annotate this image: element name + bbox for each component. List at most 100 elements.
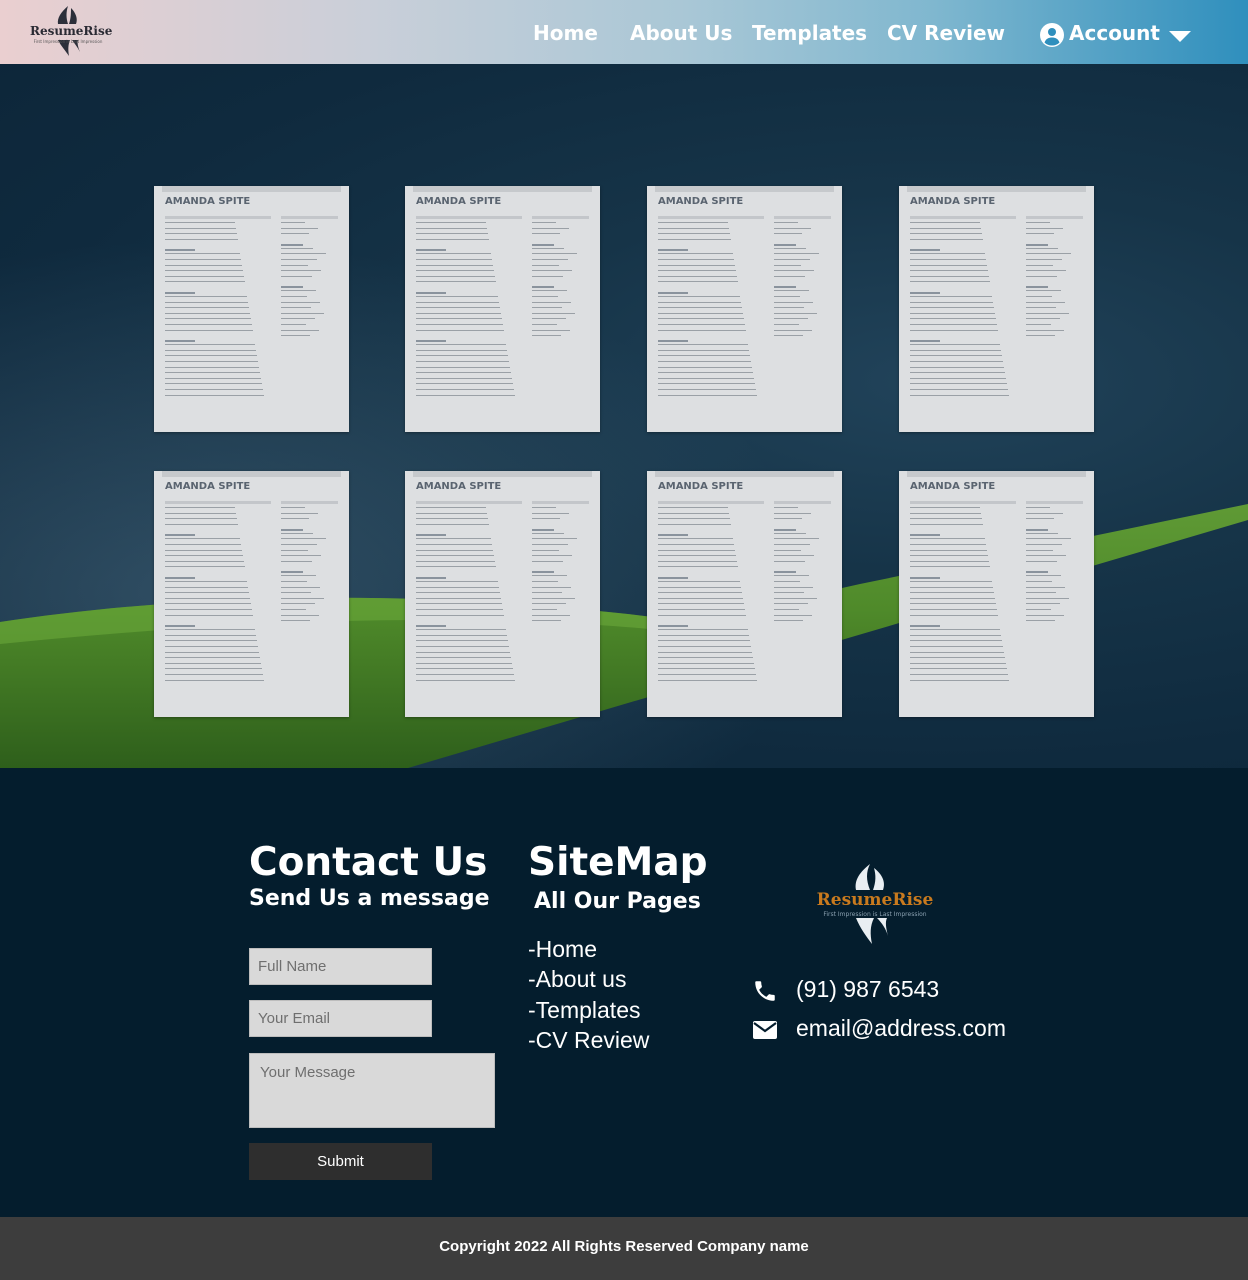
template-card[interactable]: AMANDA SPITE [405, 186, 600, 432]
resume-text-line [165, 222, 235, 223]
resume-text-line [910, 281, 990, 283]
resume-text-line [910, 586, 993, 588]
submit-button[interactable]: Submit [249, 1143, 432, 1180]
resume-text-line [1026, 571, 1048, 574]
resume-text-line [910, 318, 996, 320]
resume-text-line [1026, 233, 1054, 235]
template-card[interactable]: AMANDA SPITE [899, 186, 1094, 432]
nav-home[interactable]: Home [533, 21, 598, 45]
resume-text-line [910, 389, 1008, 390]
nav-account[interactable]: Account [1069, 21, 1160, 45]
resume-text-line [416, 657, 511, 659]
resume-text-line [281, 318, 315, 320]
resume-text-line [910, 227, 981, 229]
template-card[interactable]: AMANDA SPITE [647, 186, 842, 432]
resume-text-line [281, 296, 307, 297]
resume-text-line [658, 222, 728, 223]
resume-text-line [910, 609, 997, 610]
template-card[interactable]: AMANDA SPITE [647, 471, 842, 717]
nav-cv-review[interactable]: CV Review [887, 21, 1005, 45]
resume-text-line [1026, 614, 1064, 616]
full-name-input[interactable] [249, 948, 432, 985]
resume-text-line [532, 603, 566, 605]
resume-text-line [1026, 512, 1063, 514]
template-card[interactable]: AMANDA SPITE [405, 471, 600, 717]
resume-text-line [281, 301, 320, 303]
resume-text-line [416, 538, 491, 540]
resume-text-line [910, 577, 940, 579]
resume-text-line [532, 253, 577, 255]
nav-templates[interactable]: Templates [752, 21, 867, 45]
resume-text-line [774, 264, 801, 266]
resume-text-line [532, 275, 563, 277]
resume-text-line [532, 538, 577, 540]
resume-text-line [658, 544, 734, 545]
sitemap-link-about-us[interactable]: -About us [528, 966, 626, 993]
nav-about-us[interactable]: About Us [630, 21, 732, 45]
template-card[interactable]: AMANDA SPITE [154, 186, 349, 432]
resume-text-line [281, 609, 306, 610]
resume-text-line [1026, 609, 1051, 610]
resume-text-line [281, 620, 310, 622]
footer-brand-name: ResumeRise [816, 890, 934, 910]
resume-text-line [416, 581, 498, 582]
resume-text-line [165, 538, 240, 540]
resume-text-line [910, 312, 995, 314]
resume-text-line [658, 586, 741, 588]
resume-text-line [658, 361, 751, 362]
resume-text-line [416, 609, 503, 610]
resume-text-line [658, 275, 737, 277]
resume-text-line [774, 329, 812, 331]
template-top-bar [162, 471, 341, 477]
contact-email[interactable]: email@address.com [796, 1015, 1006, 1042]
resume-text-line [658, 566, 738, 568]
sitemap-link-cv-review[interactable]: -CV Review [528, 1027, 649, 1054]
contact-phone[interactable]: (91) 987 6543 [796, 976, 939, 1003]
template-card[interactable]: AMANDA SPITE [899, 471, 1094, 717]
resume-text-line [658, 264, 735, 266]
resume-text-line [532, 259, 568, 260]
resume-text-line [165, 549, 242, 551]
message-textarea[interactable] [249, 1053, 495, 1128]
resume-text-line [910, 512, 981, 514]
email-input[interactable] [249, 1000, 432, 1037]
resume-text-line [281, 597, 324, 599]
resume-text-line [774, 571, 796, 574]
resume-text-line [165, 275, 244, 277]
resume-text-line [1026, 312, 1069, 314]
resume-text-line [416, 651, 510, 653]
resume-section-rule [416, 216, 522, 219]
resume-text-line [658, 270, 736, 272]
resume-text-line [910, 679, 1009, 681]
resume-text-line [416, 614, 504, 616]
resume-text-line [658, 512, 729, 514]
resume-text-line [281, 512, 318, 514]
resume-text-line [416, 349, 507, 351]
resume-text-line [416, 507, 486, 508]
resume-text-line [910, 646, 1003, 647]
resume-text-line [910, 355, 1002, 357]
resume-text-line [910, 249, 940, 252]
resume-section-rule [165, 501, 271, 504]
chevron-down-icon[interactable] [1168, 30, 1192, 44]
resume-text-line [281, 538, 326, 540]
brand-logo[interactable]: ResumeRise First Impression is Last Impr… [28, 4, 113, 58]
resume-text-line [1026, 318, 1060, 320]
resume-text-line [774, 286, 796, 289]
phone-icon [755, 981, 775, 1001]
resume-text-line [774, 555, 814, 557]
resume-text-line [281, 518, 309, 520]
resume-text-line [910, 377, 1006, 379]
resume-text-line [165, 361, 258, 362]
account-user-icon[interactable] [1040, 23, 1064, 47]
sitemap-link-templates[interactable]: -Templates [528, 997, 640, 1024]
resume-text-line [774, 227, 811, 229]
brand-name: ResumeRise [30, 24, 113, 38]
resume-text-line [416, 560, 495, 562]
contact-title: Contact Us [249, 840, 488, 885]
resume-text-line [416, 377, 512, 379]
template-card[interactable]: AMANDA SPITE [154, 471, 349, 717]
sitemap-link-home[interactable]: -Home [528, 936, 597, 963]
resume-text-line [532, 286, 554, 289]
resume-text-line [165, 281, 245, 283]
